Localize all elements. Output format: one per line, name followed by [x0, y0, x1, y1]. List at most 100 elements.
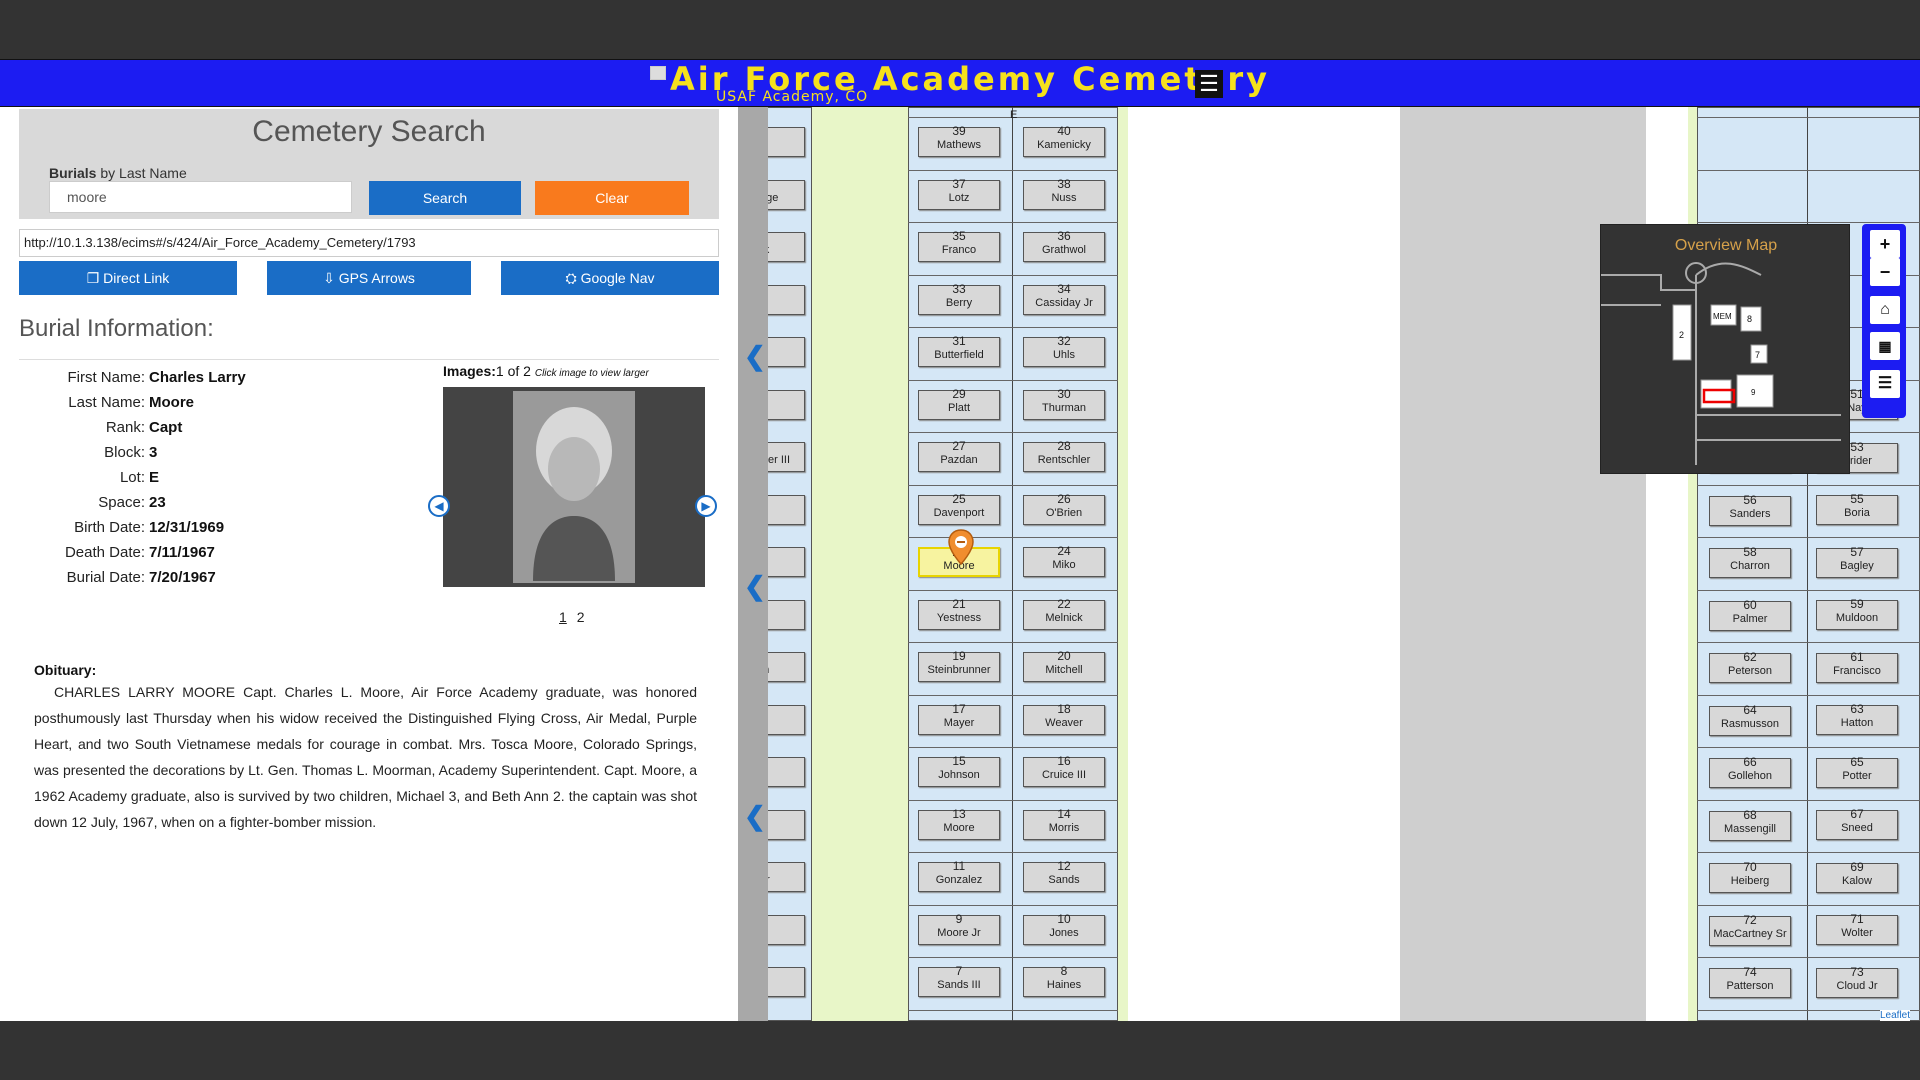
grave-plot[interactable]: 57 Bagley [1816, 545, 1898, 578]
leaflet-attribution[interactable]: Leaflet [1880, 1010, 1911, 1021]
grave-plot[interactable]: 70 Heiberg [1709, 860, 1791, 893]
overview-map-drawing[interactable]: 2 8 7 9 MEM [1601, 225, 1851, 475]
grave-plot[interactable]: 20 Mitchell [1023, 649, 1105, 682]
grave-plot[interactable]: 34 Cassiday Jr [1023, 282, 1105, 315]
grave-plot[interactable]: 8 Haines [1023, 964, 1105, 997]
map-pin-icon[interactable] [946, 528, 976, 568]
grave-plot[interactable]: 12 Sands [1023, 859, 1105, 892]
overview-map[interactable]: Overview Map 2 8 7 9 MEM [1600, 224, 1850, 474]
map-row-line [908, 537, 1118, 538]
last-name-input[interactable] [49, 181, 352, 213]
grave-plot[interactable]: 72 MacCartney Sr [1709, 913, 1791, 946]
grave-plot[interactable]: 64 Rasmusson [1709, 703, 1791, 736]
grave-plot[interactable]: 7 Sands III [918, 964, 1000, 997]
gps-arrows-button[interactable]: ⇩ GPS Arrows [267, 261, 471, 295]
clear-button[interactable]: Clear [535, 181, 689, 215]
burial-field-label: Death Date: [64, 544, 145, 561]
grave-plot[interactable]: 71 Wolter [1816, 912, 1898, 945]
zoom-in-button[interactable]: + [1870, 230, 1900, 258]
google-nav-button[interactable]: ⛭ Google Nav [501, 261, 719, 295]
panel-collapse-strip[interactable]: ❮ ❮ ❮ [738, 107, 768, 1021]
map-row-line [1697, 222, 1920, 223]
collapse-panel-icon[interactable]: ❮ [744, 801, 766, 832]
page-2-link[interactable]: 2 [577, 609, 585, 625]
plot-name: Melnick [1045, 611, 1083, 624]
grave-plot[interactable]: 39 Mathews [918, 124, 1000, 157]
grave-plot[interactable]: 13 Moore [918, 807, 1000, 840]
burial-field-value: 7/11/1967 [149, 544, 215, 561]
burial-field-label: Burial Date: [66, 569, 145, 586]
burial-field-value: 3 [149, 444, 158, 461]
grave-plot[interactable]: 36 Grathwol [1023, 229, 1105, 262]
grave-plot[interactable]: 16 Cruice III [1023, 754, 1105, 787]
grave-plot[interactable]: 27 Pazdan [918, 439, 1000, 472]
plot-number: 66 [1743, 755, 1757, 769]
grave-plot[interactable]: 68 Massengill [1709, 808, 1791, 841]
plot-number: 71 [1850, 912, 1864, 926]
grave-plot[interactable]: 10 Jones [1023, 912, 1105, 945]
grave-plot[interactable]: 37 Lotz [918, 177, 1000, 210]
map-icon[interactable]: ▦ [1870, 332, 1900, 360]
grave-plot[interactable]: 21 Yestness [918, 597, 1000, 630]
copy-icon: ❐ [86, 270, 104, 286]
page-1-link[interactable]: 1 [559, 609, 567, 625]
burial-field-value: Charles Larry [149, 369, 246, 386]
burial-photo[interactable] [513, 391, 635, 583]
grave-plot[interactable]: 24 Miko [1023, 544, 1105, 577]
grave-plot[interactable]: 17 Mayer [918, 701, 1000, 735]
hamburger-icon[interactable]: ☰ [1195, 70, 1223, 98]
next-image-button[interactable]: ▶ [695, 495, 717, 517]
grave-plot[interactable]: 69 Kalow [1816, 860, 1898, 893]
grave-plot[interactable]: 38 Nuss [1023, 177, 1105, 210]
plot-number: 17 [952, 701, 966, 716]
direct-link-url[interactable]: http://10.1.3.138/ecims#/s/424/Air_Force… [19, 229, 719, 257]
grave-plot[interactable]: 62 Peterson [1709, 650, 1791, 683]
grave-plot[interactable]: 19 Steinbrunner [918, 649, 1000, 682]
grave-plot[interactable]: 35 Franco [918, 229, 1000, 262]
plot-name: Sands III [937, 979, 981, 991]
grave-plot[interactable]: 15 Johnson [918, 754, 1000, 787]
grave-plot[interactable]: 22 Melnick [1023, 597, 1105, 630]
grave-plot[interactable]: 29 Platt [918, 387, 1000, 420]
grave-plot[interactable]: 73 Cloud Jr [1816, 965, 1898, 998]
grave-plot[interactable]: 11 Gonzalez [918, 859, 1000, 892]
grave-plot[interactable]: 33 Berry [918, 282, 1000, 315]
grave-plot[interactable]: 25 Davenport [918, 492, 1000, 525]
burial-field-value: E [149, 469, 160, 486]
search-button[interactable]: Search [369, 181, 521, 215]
direct-link-button[interactable]: ❐ Direct Link [19, 261, 237, 295]
grave-plot[interactable]: 9 Moore Jr [918, 912, 1000, 945]
collapse-panel-icon[interactable]: ❮ [744, 341, 766, 372]
grave-plot[interactable]: 59 Muldoon [1816, 597, 1898, 630]
grave-plot[interactable]: 63 Hatton [1816, 702, 1898, 735]
plot-number: 36 [1057, 229, 1071, 243]
grave-plot[interactable]: 40 Kamenicky [1023, 124, 1105, 157]
obituary-heading: Obituary: [34, 662, 97, 678]
list-icon[interactable]: ☰ [1870, 370, 1900, 398]
home-icon[interactable]: ⌂ [1870, 296, 1900, 324]
map-row-line [1697, 747, 1920, 748]
grave-plot[interactable]: 67 Sneed [1816, 807, 1898, 840]
grave-plot[interactable]: 18 Weaver [1023, 702, 1105, 735]
plot-name: Palmer [1732, 612, 1768, 625]
photo-viewer[interactable] [443, 387, 705, 587]
grave-plot[interactable]: 66 Gollehon [1709, 755, 1791, 788]
plot-name: Sneed [1841, 822, 1873, 834]
grave-plot[interactable]: 31 Butterfield [918, 334, 1000, 367]
grave-plot[interactable]: 26 O'Brien [1023, 492, 1105, 525]
image-pager: 12 [559, 609, 585, 625]
grave-plot[interactable]: 32 Uhls [1023, 334, 1105, 367]
grave-plot[interactable]: 74 Patterson [1709, 965, 1791, 998]
grave-plot[interactable]: 30 Thurman [1023, 387, 1105, 420]
zoom-out-button[interactable]: − [1870, 258, 1900, 286]
grave-plot[interactable]: 55 Boria [1816, 492, 1898, 525]
grave-plot[interactable]: 65 Potter [1816, 755, 1898, 788]
prev-image-button[interactable]: ◀ [428, 495, 450, 517]
grave-plot[interactable]: 28 Rentschler [1023, 439, 1105, 472]
grave-plot[interactable]: 60 Palmer [1709, 598, 1791, 631]
collapse-panel-icon[interactable]: ❮ [744, 571, 766, 602]
grave-plot[interactable]: 58 Charron [1709, 545, 1791, 578]
grave-plot[interactable]: 14 Morris [1023, 807, 1105, 840]
grave-plot[interactable]: 56 Sanders [1709, 493, 1791, 526]
grave-plot[interactable]: 61 Francisco [1816, 650, 1898, 683]
